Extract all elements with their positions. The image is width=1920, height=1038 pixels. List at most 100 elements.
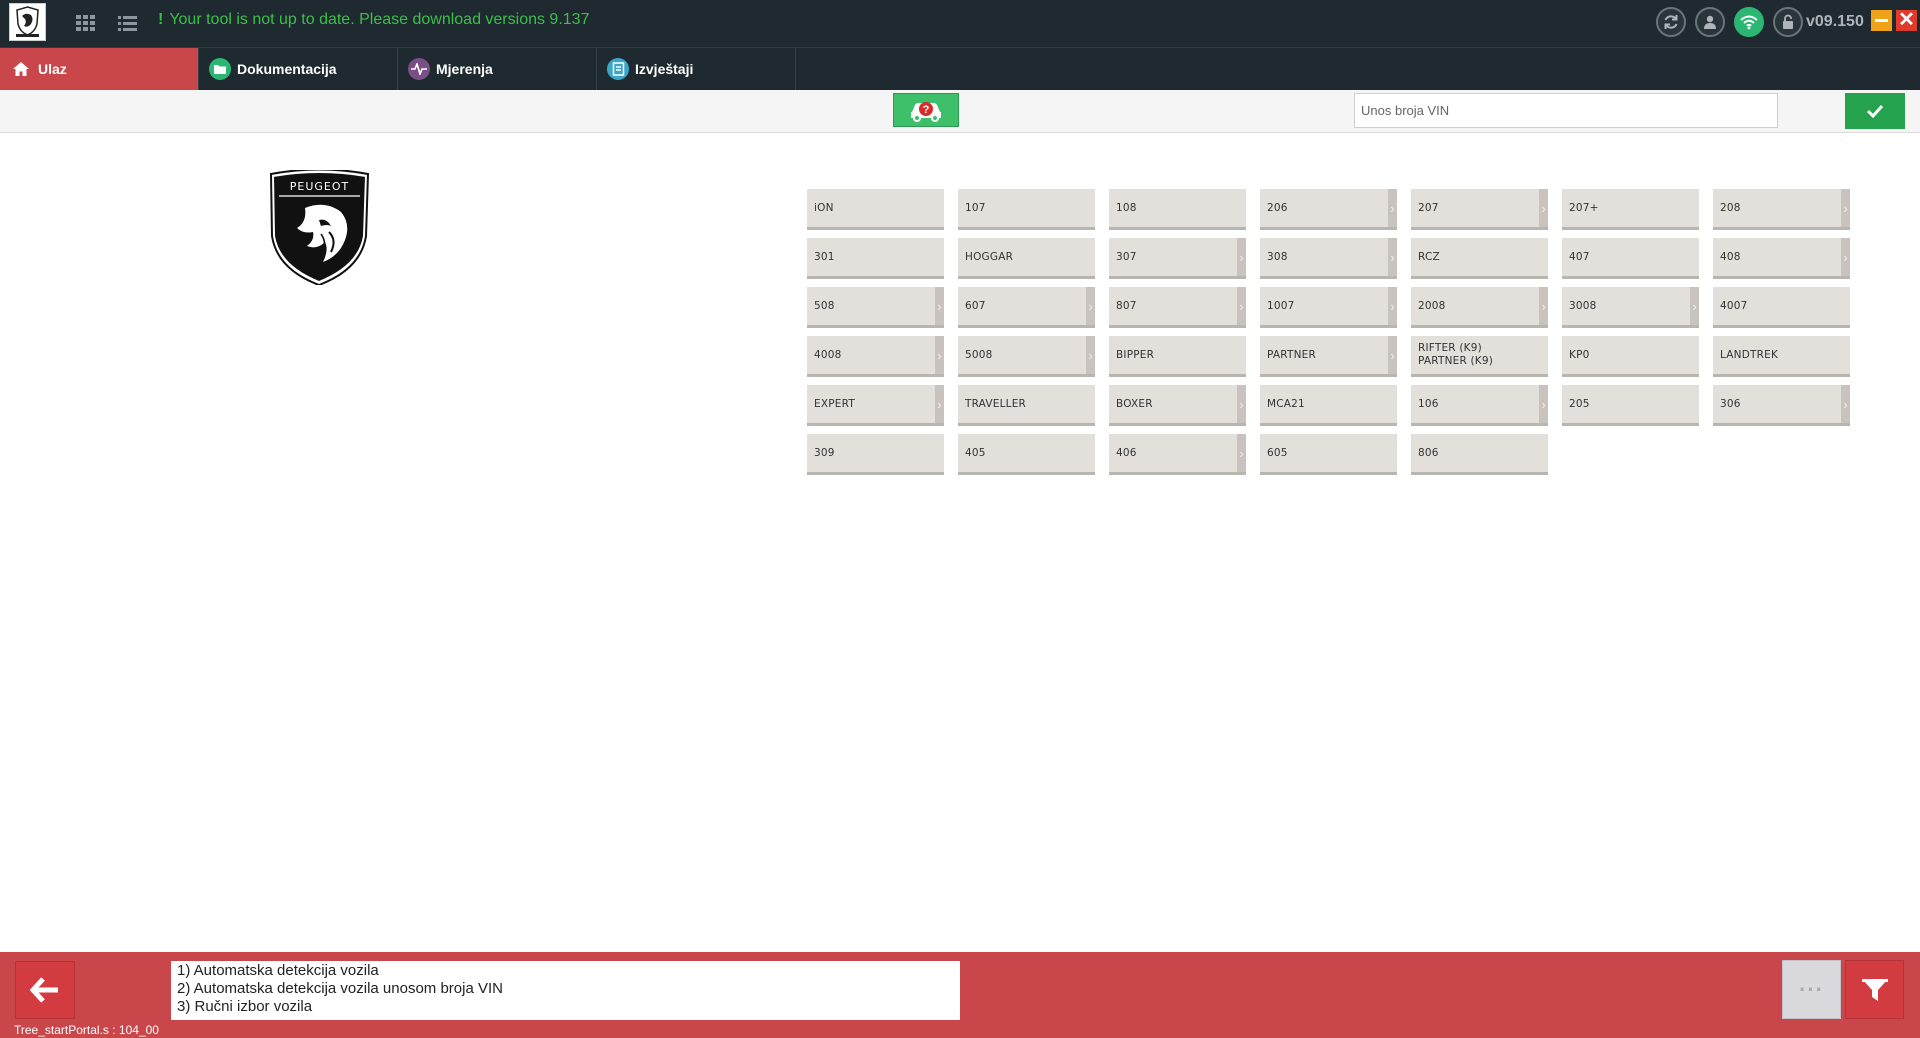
model-label: BIPPER (1116, 348, 1155, 361)
tab-label: Mjerenja (436, 61, 493, 77)
model-label: 5008 (965, 348, 993, 361)
model-tile[interactable]: iON (807, 189, 944, 230)
model-tile[interactable]: 408 › (1713, 238, 1850, 279)
filter-button[interactable] (1845, 960, 1904, 1019)
chevron-right-icon: › (1237, 287, 1246, 325)
chevron-right-icon: › (1841, 189, 1850, 227)
model-label: 301 (814, 250, 835, 263)
model-label: 309 (814, 446, 835, 459)
model-label: 207 (1418, 201, 1439, 214)
model-tile[interactable]: 208 › (1713, 189, 1850, 230)
model-label: 3008 (1569, 299, 1597, 312)
model-label: 106 (1418, 397, 1439, 410)
vin-toolbar: ? (0, 90, 1920, 133)
chevron-right-icon: › (1086, 336, 1095, 374)
model-label: 2008 (1418, 299, 1446, 312)
model-tile[interactable]: 306 › (1713, 385, 1850, 426)
model-tile[interactable]: 207+ (1562, 189, 1699, 230)
model-label: 605 (1267, 446, 1288, 459)
car-question-icon: ? (911, 102, 941, 122)
model-tile[interactable]: 405 (958, 434, 1095, 475)
model-tile[interactable]: 207 › (1411, 189, 1548, 230)
peugeot-small-logo (9, 3, 46, 41)
model-label: 206 (1267, 201, 1288, 214)
model-tile[interactable]: 2008 › (1411, 287, 1548, 328)
model-tile[interactable]: 307 › (1109, 238, 1246, 279)
minimize-button[interactable] (1871, 10, 1892, 31)
more-options-button[interactable]: ··· (1782, 960, 1841, 1019)
checkmark-icon (1866, 104, 1884, 118)
user-icon[interactable] (1695, 7, 1725, 37)
model-tile[interactable]: 406 › (1109, 434, 1246, 475)
tab-mjerenja[interactable]: Mjerenja (398, 48, 597, 90)
model-tile[interactable]: 308 › (1260, 238, 1397, 279)
model-tile[interactable]: RCZ (1411, 238, 1548, 279)
model-label: 207+ (1569, 201, 1599, 214)
tab-ulaz[interactable]: Ulaz (0, 48, 199, 90)
chevron-right-icon: › (1388, 287, 1397, 325)
model-tile[interactable]: 607 › (958, 287, 1095, 328)
model-tile[interactable]: 407 (1562, 238, 1699, 279)
model-tile[interactable]: RIFTER (K9) PARTNER (K9) (1411, 336, 1548, 377)
instructions-box: 1) Automatska detekcija vozila 2) Automa… (171, 961, 960, 1020)
svg-text:?: ? (923, 104, 930, 116)
model-label: 107 (965, 201, 986, 214)
chevron-right-icon: › (1237, 385, 1246, 423)
model-tile[interactable]: 108 (1109, 189, 1246, 230)
chevron-right-icon: › (1388, 336, 1397, 374)
model-tile[interactable]: BIPPER (1109, 336, 1246, 377)
auto-detect-button[interactable]: ? (893, 93, 959, 127)
model-label: 208 (1720, 201, 1741, 214)
tab-izvjestaji[interactable]: Izvještaji (597, 48, 796, 90)
model-label: 108 (1116, 201, 1137, 214)
wifi-icon[interactable] (1734, 7, 1764, 37)
model-tile[interactable]: 4008 › (807, 336, 944, 377)
vin-input[interactable] (1354, 93, 1778, 128)
model-tile[interactable]: 605 (1260, 434, 1397, 475)
model-tile[interactable]: 806 (1411, 434, 1548, 475)
model-tile[interactable]: HOGGAR (958, 238, 1095, 279)
model-tile[interactable]: 4007 (1713, 287, 1850, 328)
close-button[interactable]: ✕ (1896, 10, 1917, 31)
model-tile[interactable]: BOXER › (1109, 385, 1246, 426)
arrow-left-icon (30, 977, 58, 1003)
model-tile[interactable]: 309 (807, 434, 944, 475)
model-label: 807 (1116, 299, 1137, 312)
version-label: v09.150 (1806, 13, 1864, 30)
list-view-icon[interactable] (115, 12, 139, 34)
grid-view-icon[interactable] (73, 12, 97, 34)
model-tile[interactable]: 508 › (807, 287, 944, 328)
model-tile[interactable]: KP0 (1562, 336, 1699, 377)
model-tile[interactable]: 301 (807, 238, 944, 279)
model-label: 307 (1116, 250, 1137, 263)
model-label: LANDTREK (1720, 348, 1779, 361)
confirm-vin-button[interactable] (1845, 93, 1905, 129)
model-label: 308 (1267, 250, 1288, 263)
model-tile[interactable]: PARTNER › (1260, 336, 1397, 377)
model-label: TRAVELLER (965, 397, 1027, 410)
chevron-right-icon: › (1086, 287, 1095, 325)
model-tile[interactable]: TRAVELLER (958, 385, 1095, 426)
model-tile[interactable]: LANDTREK (1713, 336, 1850, 377)
model-tile[interactable]: MCA21 (1260, 385, 1397, 426)
model-tile[interactable]: 206 › (1260, 189, 1397, 230)
tab-dokumentacija[interactable]: Dokumentacija (199, 48, 398, 90)
tab-label: Ulaz (38, 61, 67, 77)
folder-icon (209, 58, 231, 80)
model-tile[interactable]: 107 (958, 189, 1095, 230)
model-tile[interactable]: 1007 › (1260, 287, 1397, 328)
instruction-line: 3) Ručni izbor vozila (177, 998, 313, 1015)
sync-icon[interactable] (1656, 7, 1686, 37)
model-tile[interactable]: 205 (1562, 385, 1699, 426)
model-tile[interactable]: 807 › (1109, 287, 1246, 328)
model-tile[interactable]: 106 › (1411, 385, 1548, 426)
model-label: RIFTER (K9) PARTNER (K9) (1418, 342, 1494, 367)
model-tile[interactable]: 3008 › (1562, 287, 1699, 328)
report-icon (607, 58, 629, 80)
instruction-line: 2) Automatska detekcija vozila unosom br… (177, 980, 503, 997)
back-button[interactable] (15, 961, 75, 1019)
model-tile[interactable]: EXPERT › (807, 385, 944, 426)
lock-icon[interactable] (1773, 7, 1803, 37)
model-label: 508 (814, 299, 835, 312)
model-tile[interactable]: 5008 › (958, 336, 1095, 377)
